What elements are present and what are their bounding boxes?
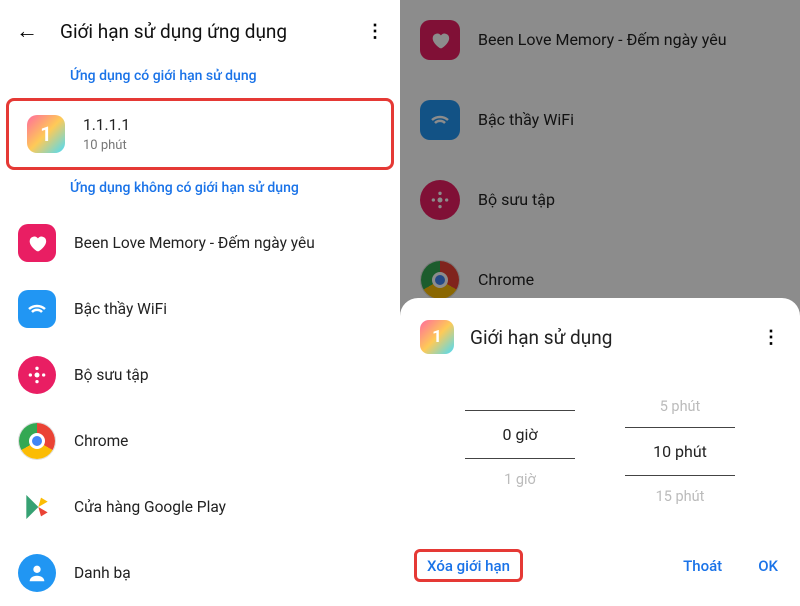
app-row-1111[interactable]: 1 1.1.1.1 10 phút: [9, 101, 391, 167]
sheet-app-icon: 1: [420, 320, 454, 354]
play-store-icon: [18, 488, 56, 526]
back-icon[interactable]: ←: [16, 18, 38, 44]
app-name: Bậc thầy WiFi: [74, 299, 382, 319]
highlight-delete: Xóa giới hạn: [414, 549, 523, 582]
app-name: 1.1.1.1: [83, 115, 373, 135]
cancel-button[interactable]: Thoát: [683, 557, 722, 575]
delete-limit-button[interactable]: Xóa giới hạn: [427, 557, 510, 575]
sheet-title: Giới hạn sử dụng: [470, 326, 762, 349]
app-name: Danh bạ: [74, 563, 382, 583]
picker-prev: 5 phút: [625, 386, 735, 427]
picker-next: 15 phút: [625, 476, 735, 517]
contacts-icon: [18, 554, 56, 592]
app-row[interactable]: Danh bạ: [0, 540, 400, 606]
picker-next: 1 giờ: [465, 459, 575, 500]
time-picker[interactable]: 0 giờ 1 giờ 5 phút 10 phút 15 phút: [400, 368, 800, 527]
app-name: Bộ sưu tập: [74, 365, 382, 385]
app-row[interactable]: Chrome: [0, 408, 400, 474]
gallery-icon: [18, 356, 56, 394]
page-title: Giới hạn sử dụng ứng dụng: [60, 20, 366, 43]
chrome-icon: [18, 422, 56, 460]
app-name: Chrome: [74, 431, 382, 451]
more-icon[interactable]: ⋮: [762, 327, 780, 348]
wifi-icon: [18, 290, 56, 328]
section-no-limit: Ứng dụng không có giới hạn sử dụng: [0, 170, 400, 210]
app-row[interactable]: Cửa hàng Google Play: [0, 474, 400, 540]
app-name: Cửa hàng Google Play: [74, 497, 382, 517]
usage-limit-sheet: 1 Giới hạn sử dụng ⋮ 0 giờ 1 giờ 5 phút …: [400, 298, 800, 600]
app-row[interactable]: Bộ sưu tập: [0, 342, 400, 408]
more-icon[interactable]: ⋮: [366, 21, 384, 42]
app-icon-1111: 1: [27, 115, 65, 153]
ok-button[interactable]: OK: [758, 557, 778, 575]
app-name: Been Love Memory - Đếm ngày yêu: [74, 233, 382, 253]
picker-minutes[interactable]: 5 phút 10 phút 15 phút: [625, 386, 735, 517]
app-row[interactable]: Been Love Memory - Đếm ngày yêu: [0, 210, 400, 276]
picker-selected: 10 phút: [625, 427, 735, 476]
app-duration: 10 phút: [83, 138, 373, 153]
picker-selected: 0 giờ: [465, 410, 575, 459]
highlight-limited-app: 1 1.1.1.1 10 phút: [6, 98, 394, 170]
picker-hours[interactable]: 0 giờ 1 giờ: [465, 386, 575, 517]
heart-icon: [18, 224, 56, 262]
picker-prev: [465, 386, 575, 410]
app-row[interactable]: Bậc thầy WiFi: [0, 276, 400, 342]
section-with-limit: Ứng dụng có giới hạn sử dụng: [0, 58, 400, 98]
